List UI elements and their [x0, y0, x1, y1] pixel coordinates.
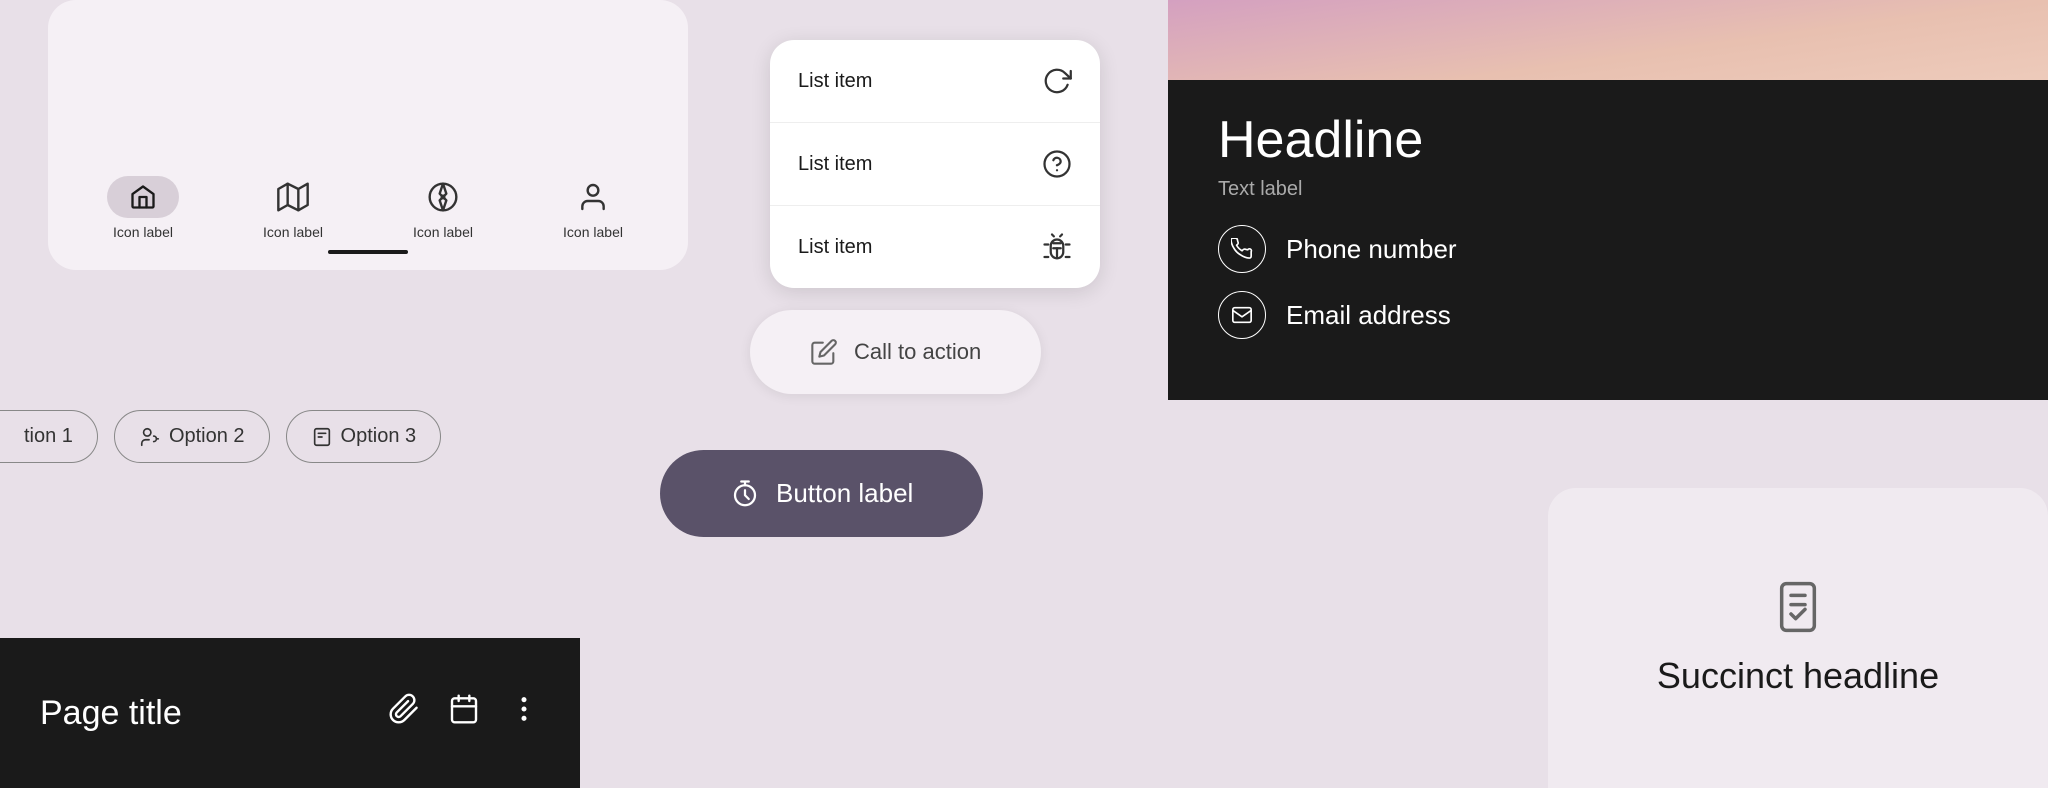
filled-button-label: Button label: [776, 478, 913, 509]
list-item-3-text: List item: [798, 236, 872, 259]
nav-icon-compass-bg: [407, 176, 479, 218]
nav-label-map: Icon label: [263, 224, 323, 240]
compass-icon: [427, 181, 459, 213]
pencil-icon: [810, 338, 838, 366]
list-item-2-text: List item: [798, 153, 872, 176]
bottom-right-headline: Succinct headline: [1657, 655, 1939, 697]
nav-label-compass: Icon label: [413, 224, 473, 240]
phone-icon-circle: [1218, 225, 1266, 273]
contact-card-body: Headline Text label Phone number Email a…: [1168, 80, 2048, 387]
nav-item-map[interactable]: Icon label: [257, 176, 329, 240]
filled-button[interactable]: Button label: [660, 450, 983, 537]
contact-card: Headline Text label Phone number Email a…: [1168, 0, 2048, 400]
help-icon: [1042, 149, 1072, 179]
calendar-icon[interactable]: [448, 693, 480, 733]
contact-email-text: Email address: [1286, 300, 1451, 331]
nav-label-home: Icon label: [113, 224, 173, 240]
bug-icon: [1042, 232, 1072, 262]
chip-option1[interactable]: tion 1: [0, 410, 98, 463]
contact-phone-text: Phone number: [1286, 234, 1457, 265]
attachment-icon[interactable]: [388, 693, 420, 733]
list-item-1-text: List item: [798, 70, 872, 93]
mail-icon: [1231, 304, 1253, 326]
nav-label-person: Icon label: [563, 224, 623, 240]
refresh-icon: [1042, 66, 1072, 96]
contact-phone-row[interactable]: Phone number: [1218, 225, 1998, 273]
chip-option3-icon: [311, 426, 333, 448]
bottom-app-bar: Page title: [0, 638, 580, 788]
list-item-1[interactable]: List item: [770, 40, 1100, 123]
chip-option3[interactable]: Option 3: [286, 410, 442, 463]
email-icon-circle: [1218, 291, 1266, 339]
person-icon: [577, 181, 609, 213]
nav-icon-person-bg: [557, 176, 629, 218]
nav-indicator: [328, 250, 408, 254]
nav-icons-row: Icon label Icon label: [48, 176, 688, 240]
bottom-right-card: Succinct headline: [1548, 488, 2048, 788]
bar-icons: [388, 693, 540, 733]
timer-icon: [730, 479, 760, 509]
bottom-nav-card: Icon label Icon label: [48, 0, 688, 270]
chip-option2[interactable]: Option 2: [114, 410, 270, 463]
home-icon: [129, 183, 157, 211]
chip-option1-label: tion 1: [24, 425, 73, 448]
chip-option3-label: Option 3: [341, 425, 417, 448]
more-vert-icon[interactable]: [508, 693, 540, 733]
bar-title: Page title: [40, 694, 348, 733]
contact-headline: Headline: [1218, 110, 1998, 170]
phone-icon: [1231, 238, 1253, 260]
nav-icon-map-bg: [257, 176, 329, 218]
nav-item-compass[interactable]: Icon label: [407, 176, 479, 240]
nav-item-person[interactable]: Icon label: [557, 176, 629, 240]
contact-email-row[interactable]: Email address: [1218, 291, 1998, 339]
chip-option2-icon: [139, 426, 161, 448]
map-icon: [277, 181, 309, 213]
cta-button-label: Call to action: [854, 339, 981, 365]
nav-item-home[interactable]: Icon label: [107, 176, 179, 240]
cta-button[interactable]: Call to action: [750, 310, 1041, 394]
chip-option2-label: Option 2: [169, 425, 245, 448]
list-item-2[interactable]: List item: [770, 123, 1100, 206]
chips-row: tion 1 Option 2 Option 3: [0, 410, 441, 463]
checklist-icon: [1770, 579, 1826, 635]
list-item-3[interactable]: List item: [770, 206, 1100, 288]
list-card: List item List item List item: [770, 40, 1100, 288]
contact-text-label: Text label: [1218, 178, 1998, 201]
nav-icon-home-bg: [107, 176, 179, 218]
